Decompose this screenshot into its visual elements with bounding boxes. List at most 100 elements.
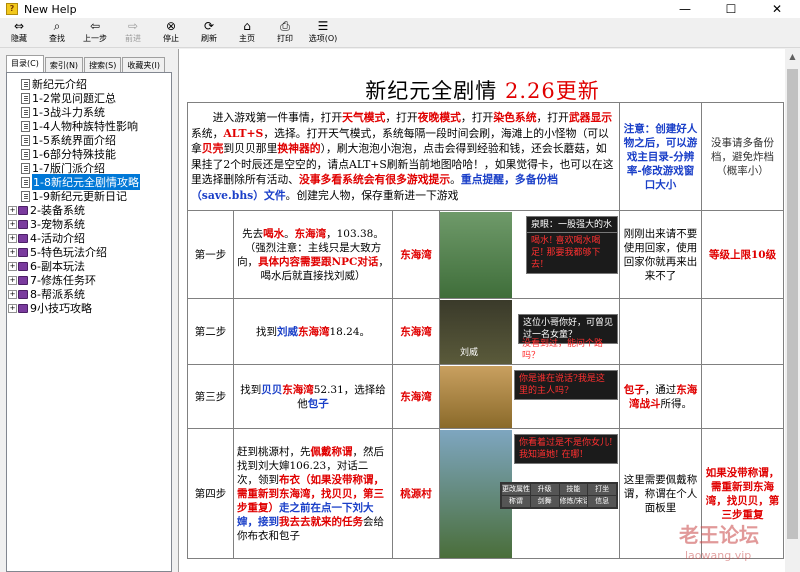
toolbar-button-home[interactable]: ⌂ 主页 bbox=[228, 18, 266, 47]
scroll-up-icon[interactable]: ▲ bbox=[785, 49, 800, 64]
watermark-sub: laowang.vip bbox=[685, 549, 752, 562]
step-row: 第三步 找到贝贝东海湾52.31，选择给他包子 东海湾 你是谁在说话?我是这里的主人吗… bbox=[187, 364, 785, 429]
tree-item[interactable]: +2-装备系统 bbox=[8, 203, 85, 217]
game-menu-item: 更改属性 bbox=[502, 483, 530, 495]
scroll-thumb[interactable] bbox=[787, 69, 798, 539]
step-screenshot: 你看着过是不是你女儿! 我知道她! 在哪! 更改属性 升级 技能 打坐 称谓 剑舞 修炼/宋话… bbox=[438, 428, 621, 559]
game-dialog-reply: 喝水! 喜欢喝水喝足! 那要我都够下去! bbox=[526, 231, 618, 274]
expand-icon[interactable]: + bbox=[8, 303, 17, 313]
toolbar-button-label: 上一步 bbox=[83, 34, 107, 43]
toolbar: ⇔ 隐藏 ⌕ 查找 ⇦ 上一步 ⇨ 前进 ⊗ 停止 ⟳ 刷新 ⌂ 主页 ⎙ 打印 ☰ 选项(O) bbox=[0, 18, 800, 48]
intro-tip: 没事请多备份档，避免炸档（概率小） bbox=[701, 102, 785, 211]
toolbar-button-label: 停止 bbox=[163, 34, 179, 43]
toolbar-button-print[interactable]: ⎙ 打印 bbox=[266, 18, 304, 47]
expand-icon[interactable]: + bbox=[8, 205, 17, 215]
book-icon bbox=[18, 303, 28, 313]
expand-icon[interactable]: + bbox=[8, 219, 17, 229]
tree-item[interactable]: 1-9新纪元更新日记 bbox=[21, 189, 127, 203]
game-dialog-reply-text: 你看着过是不是你女儿! 我知道她! 在哪! bbox=[519, 437, 613, 460]
step-row: 第二步 找到刘威东海湾18.24。 东海湾 这位小哥你好，可曾见过一名女童？ 没看到过，… bbox=[187, 298, 785, 365]
toolbar-button-label: 查找 bbox=[49, 34, 65, 43]
expand-icon[interactable]: + bbox=[8, 289, 17, 299]
game-menu-item: 技能 bbox=[559, 483, 588, 495]
tree-item[interactable]: 新纪元介绍 bbox=[21, 77, 87, 91]
tree-item-label: 9小技巧攻略 bbox=[30, 302, 92, 315]
step-fragment: 贝贝 bbox=[261, 383, 283, 396]
tree-item[interactable]: 1-2常见问题汇总 bbox=[21, 91, 116, 105]
intro-fragment: 没事多看系统会有很多游戏提示 bbox=[298, 173, 451, 186]
toolbar-button-forward[interactable]: ⇨ 前进 bbox=[114, 18, 152, 47]
refresh-icon: ⟳ bbox=[203, 19, 215, 33]
game-dialog-text: 泉眼：一股强大的水 bbox=[531, 219, 613, 230]
intro-fragment: 天气模式 bbox=[342, 111, 386, 124]
tree-item[interactable]: 1-6部分特殊技能 bbox=[21, 147, 116, 161]
step-description: 先去喝水。东海湾，103.38。（强烈注意：主线只是大致方向，具体内容需要跟NP… bbox=[233, 210, 393, 299]
toolbar-button-stop[interactable]: ⊗ 停止 bbox=[152, 18, 190, 47]
game-scene-image bbox=[440, 211, 512, 298]
nav-tab[interactable]: 目录(C) bbox=[6, 55, 44, 72]
game-menu-item: 剑舞 bbox=[530, 495, 559, 507]
expand-icon[interactable]: + bbox=[8, 275, 17, 285]
intro-fragment: 。创建完人物，保存重新进一下游戏 bbox=[285, 188, 459, 202]
tree-item[interactable]: 1-7版门派介绍 bbox=[21, 161, 105, 175]
tree-item[interactable]: 1-4人物种族特性影响 bbox=[21, 119, 138, 133]
toolbar-button-label: 主页 bbox=[239, 34, 255, 43]
tree-item[interactable]: 1-3战斗力系统 bbox=[21, 105, 105, 119]
nav-tab[interactable]: 搜索(S) bbox=[84, 57, 122, 72]
remark-fragment: 包子 bbox=[623, 383, 645, 396]
maximize-button[interactable]: ☐ bbox=[708, 0, 754, 18]
tree-item[interactable]: +8-帮派系统 bbox=[8, 287, 85, 301]
expand-icon[interactable]: + bbox=[8, 233, 17, 243]
print-icon: ⎙ bbox=[280, 19, 290, 33]
tree-item[interactable]: +6-副本玩法 bbox=[8, 259, 85, 273]
tree-item[interactable]: +9小技巧攻略 bbox=[8, 301, 92, 315]
expand-icon[interactable]: + bbox=[8, 247, 17, 257]
intro-fragment: 夜晚模式 bbox=[417, 111, 461, 124]
toolbar-button-refresh[interactable]: ⟳ 刷新 bbox=[190, 18, 228, 47]
window-title: New Help bbox=[24, 2, 77, 16]
navigation-pane: 目录(C) 索引(N) 搜索(S) 收藏夹(I) 新纪元介绍 1-2常见问题汇总 1-3战… bbox=[0, 49, 177, 572]
tree-item[interactable]: 1-5系统界面介绍 bbox=[21, 133, 116, 147]
tree-item[interactable]: 1-8新纪元全剧情攻略 bbox=[21, 174, 140, 190]
remark-fragment: 所得。 bbox=[660, 397, 693, 410]
step-label: 第四步 bbox=[187, 428, 234, 559]
intro-fragment: 。 bbox=[450, 173, 461, 186]
close-button[interactable]: ✕ bbox=[754, 0, 800, 18]
page-icon bbox=[21, 148, 30, 160]
nav-tab[interactable]: 索引(N) bbox=[44, 57, 84, 72]
step-fragment: 东海湾 bbox=[282, 383, 314, 396]
toolbar-button-hide[interactable]: ⇔ 隐藏 bbox=[0, 18, 38, 47]
intro-fragment: 到贝贝那里 bbox=[223, 142, 278, 155]
toolbar-button-options[interactable]: ☰ 选项(O) bbox=[304, 18, 342, 47]
page-title: 新纪元全剧情 2.26更新 bbox=[179, 75, 785, 105]
page-title-update: 2.26更新 bbox=[504, 79, 600, 103]
expand-icon[interactable]: + bbox=[8, 261, 17, 271]
game-dialog-reply: 没看到过，能问个路吗？ bbox=[518, 336, 618, 364]
step-extra bbox=[701, 298, 785, 365]
page-icon bbox=[21, 162, 30, 174]
step-label: 第三步 bbox=[187, 364, 234, 429]
game-dialog-reply-text: 你是谁在说话?我是这里的主人吗? bbox=[519, 373, 605, 396]
step-screenshot: 你是谁在说话?我是这里的主人吗? bbox=[438, 364, 621, 429]
book-icon bbox=[18, 261, 28, 271]
step-fragment: 。 bbox=[284, 227, 295, 240]
nav-tab[interactable]: 收藏夹(I) bbox=[122, 57, 165, 72]
step-row: 第一步 先去喝水。东海湾，103.38。（强烈注意：主线只是大致方向，具体内容需要… bbox=[187, 210, 785, 299]
toolbar-button-back[interactable]: ⇦ 上一步 bbox=[76, 18, 114, 47]
page-icon bbox=[21, 134, 30, 146]
tree-item[interactable]: +4-活动介绍 bbox=[8, 231, 85, 245]
tree-item[interactable]: +3-宠物系统 bbox=[8, 217, 85, 231]
vertical-scrollbar[interactable]: ▲ bbox=[785, 49, 800, 572]
page-title-text: 新纪元全剧情 bbox=[365, 79, 498, 103]
step-fragment: 喝水 bbox=[263, 227, 285, 240]
step-screenshot: 这位小哥你好，可曾见过一名女童？ 没看到过，能问个路吗？ 刘威 bbox=[438, 298, 621, 365]
page-icon bbox=[21, 120, 30, 132]
minimize-button[interactable]: — bbox=[662, 0, 708, 18]
intro-fragment: 进入游戏第一件事情，打开 bbox=[212, 111, 343, 124]
intro-fragment: ，打开 bbox=[460, 111, 494, 124]
tree-item[interactable]: +7-修炼任务环 bbox=[8, 273, 96, 287]
tree-item[interactable]: +5-特色玩法介绍 bbox=[8, 245, 107, 259]
hide-icon: ⇔ bbox=[13, 19, 25, 33]
step-description: 找到贝贝东海湾52.31，选择给他包子 bbox=[233, 364, 393, 429]
toolbar-button-find[interactable]: ⌕ 查找 bbox=[38, 18, 76, 47]
